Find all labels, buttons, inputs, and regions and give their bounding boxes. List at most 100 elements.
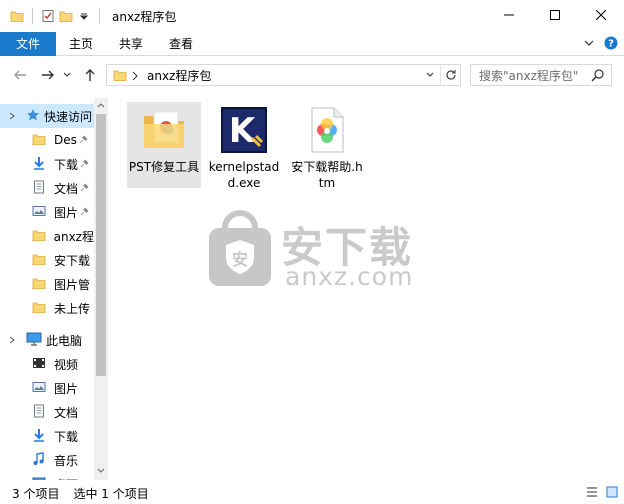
folder-icon [32, 276, 54, 293]
desktop-icon [32, 476, 54, 480]
folder-icon [32, 252, 54, 269]
view-switcher [586, 482, 618, 504]
recent-locations-button[interactable] [60, 63, 74, 87]
pin-icon[interactable] [80, 157, 89, 171]
search-input[interactable]: 搜索"anxz程序包" [470, 64, 612, 86]
help-icon[interactable]: ? [604, 36, 618, 53]
pin-icon[interactable] [79, 133, 88, 147]
title-bar: anxz程序包 [0, 0, 624, 32]
file-item-help-htm[interactable]: 安下载帮助.htm [290, 102, 364, 191]
maximize-button[interactable] [532, 0, 578, 30]
nav-label: 下载 [54, 429, 79, 444]
nav-pc-music[interactable]: 音乐 [0, 448, 94, 472]
navigation-pane: 快速访问 Des 下载 文档 图片 anxz程 安下载 图片管 未上传 此电脑 … [0, 98, 108, 480]
nav-item-anxz[interactable]: anxz程 [0, 224, 94, 248]
nav-label: 此电脑 [46, 333, 83, 348]
nav-quick-access[interactable]: 快速访问 [0, 104, 94, 128]
pin-icon[interactable] [80, 181, 89, 195]
toolbar-separator [32, 8, 33, 24]
large-icons-view-icon[interactable] [606, 486, 618, 501]
picture-icon [32, 380, 54, 397]
toolbar-separator [99, 8, 100, 24]
address-dropdown-icon[interactable] [422, 65, 438, 85]
nav-pc-pictures[interactable]: 图片 [0, 376, 94, 400]
customize-toolbar-icon[interactable] [75, 0, 93, 32]
nav-item-documents[interactable]: 文档 [0, 176, 94, 200]
breadcrumb-chevron-icon[interactable] [131, 70, 139, 84]
pin-icon[interactable] [80, 205, 89, 219]
file-item-kernel-exe[interactable]: K kernelpstadd.exe [207, 102, 281, 191]
nav-label: 视频 [54, 357, 79, 372]
address-row: anxz程序包 搜索"anxz程序包" [0, 58, 624, 92]
window-title: anxz程序包 [112, 9, 177, 24]
file-item-pst-tool[interactable]: PST修复工具 [127, 102, 201, 188]
nav-label: anxz程 [53, 229, 94, 244]
tab-home[interactable]: 主页 [56, 32, 106, 56]
tab-view[interactable]: 查看 [156, 32, 206, 56]
forward-button[interactable] [36, 63, 60, 87]
expand-ribbon-icon[interactable] [584, 37, 594, 51]
window-controls [486, 0, 624, 30]
nav-label: 未上传 [54, 301, 91, 316]
document-icon [32, 404, 54, 421]
svg-text:安: 安 [232, 250, 248, 269]
nav-item-anxiazai[interactable]: 安下载 [0, 248, 94, 272]
nav-this-pc[interactable]: 此电脑 [0, 328, 94, 352]
nav-label: 桌面 [54, 476, 78, 481]
quick-access-toolbar [0, 0, 106, 32]
download-icon [32, 428, 54, 445]
download-icon [32, 156, 54, 173]
svg-text:?: ? [608, 38, 614, 49]
document-icon [32, 180, 54, 197]
tab-share[interactable]: 共享 [106, 32, 156, 56]
status-bar: 3 个项目 选中 1 个项目 [0, 482, 624, 504]
nav-label: 图片 [54, 381, 79, 396]
nav-label: 音乐 [54, 453, 79, 468]
scroll-down-icon[interactable] [94, 464, 108, 478]
expand-arrow-icon[interactable] [8, 109, 20, 123]
nav-pc-videos[interactable]: 视频 [0, 352, 94, 376]
picture-icon [32, 204, 54, 221]
folder-icon [32, 228, 54, 245]
nav-label: 图片 [54, 205, 79, 220]
close-button[interactable] [578, 0, 624, 30]
back-button[interactable] [8, 63, 32, 87]
watermark-domain: anxz.com [285, 262, 414, 291]
nav-item-picture-manager[interactable]: 图片管 [0, 272, 94, 296]
nav-item-pictures[interactable]: 图片 [0, 200, 94, 224]
scrollbar-thumb[interactable] [96, 114, 106, 376]
nav-pc-downloads[interactable]: 下载 [0, 424, 94, 448]
nav-item-desktop[interactable]: Des [0, 128, 94, 152]
details-view-icon[interactable] [586, 486, 598, 501]
nav-item-downloads[interactable]: 下载 [0, 152, 94, 176]
video-icon [32, 356, 54, 373]
file-name: kernelpstadd.exe [208, 160, 280, 190]
minimize-button[interactable] [486, 0, 532, 30]
nav-label: Des [54, 133, 77, 147]
nav-item-not-uploaded[interactable]: 未上传 [0, 296, 94, 320]
folder-icon [113, 68, 127, 85]
nav-label: 安下载 [54, 253, 91, 268]
expand-arrow-icon[interactable] [8, 333, 20, 347]
refresh-icon[interactable] [440, 65, 460, 85]
tab-file[interactable]: 文件 [0, 31, 57, 56]
nav-label: 图片管 [54, 277, 91, 292]
file-name: PST修复工具 [128, 160, 200, 174]
folder-icon [8, 0, 26, 32]
ribbon-tabs: 文件 主页 共享 查看 ? [0, 31, 624, 56]
up-button[interactable] [78, 63, 102, 87]
nav-label: 下载 [54, 157, 79, 172]
music-icon [32, 451, 54, 469]
properties-icon[interactable] [39, 0, 57, 32]
nav-pc-documents[interactable]: 文档 [0, 400, 94, 424]
file-name: 安下载帮助.htm [291, 160, 363, 190]
search-placeholder: 搜索"anxz程序包" [479, 68, 579, 83]
scroll-up-icon[interactable] [94, 98, 108, 112]
nav-pc-desktop[interactable]: 桌面 [0, 472, 94, 480]
address-bar[interactable]: anxz程序包 [106, 64, 461, 86]
nav-scrollbar[interactable] [94, 98, 108, 480]
search-icon [591, 68, 605, 85]
breadcrumb-current[interactable]: anxz程序包 [147, 67, 211, 84]
nav-label: 文档 [54, 181, 79, 196]
new-folder-icon[interactable] [57, 0, 75, 32]
